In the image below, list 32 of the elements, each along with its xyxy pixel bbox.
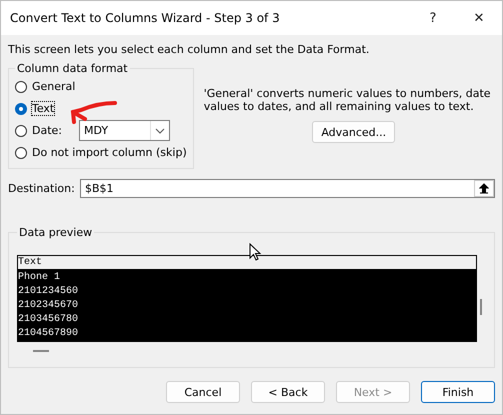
description-text: This screen lets you select each column and set the Data Format. (8, 43, 370, 56)
column-header: Text (18, 256, 476, 271)
collapse-button[interactable] (474, 180, 494, 197)
upload-arrow-icon (479, 183, 489, 194)
preview-row-text: 2101234560 (18, 285, 80, 299)
radio-button[interactable] (15, 80, 27, 92)
preview-row-text: 2103456780 (18, 313, 80, 327)
preview-row-text: 2102345670 (18, 299, 80, 313)
preview-row-text: Phone 1 (18, 271, 62, 285)
horizontal-scrollbar[interactable] (33, 350, 49, 352)
destination-field[interactable]: $B$1 (80, 179, 495, 198)
radio-button[interactable] (15, 146, 27, 158)
advanced-button[interactable]: Advanced... (312, 121, 396, 143)
radio-button[interactable] (15, 124, 27, 136)
radio-button[interactable] (15, 102, 27, 114)
option-label: Text (32, 102, 54, 115)
option-label: General (32, 80, 76, 93)
preview-row-text: 2104567890 (18, 327, 80, 341)
help-button[interactable]: ? (410, 1, 456, 35)
close-button[interactable]: ✕ (456, 1, 502, 35)
option-label: Do not import column (skip) (32, 146, 187, 159)
info-text: 'General' converts numeric values to numbers, date values to dates, and all remaining values to text. (204, 87, 492, 113)
date-format-dropdown[interactable]: MDY (79, 120, 170, 141)
vertical-scrollbar[interactable] (480, 299, 482, 315)
dialog-button[interactable]: < Back (251, 381, 325, 403)
destination-label: Destination: (8, 182, 74, 195)
dialog-button[interactable]: Finish (421, 381, 495, 403)
option-label: Date: (32, 124, 62, 137)
group-legend: Column data format (15, 62, 130, 75)
window-title: Convert Text to Columns Wizard - Step 3 of 3 (10, 11, 281, 25)
group-legend: Data preview (17, 226, 94, 239)
dialog-button[interactable]: Cancel (166, 381, 240, 403)
